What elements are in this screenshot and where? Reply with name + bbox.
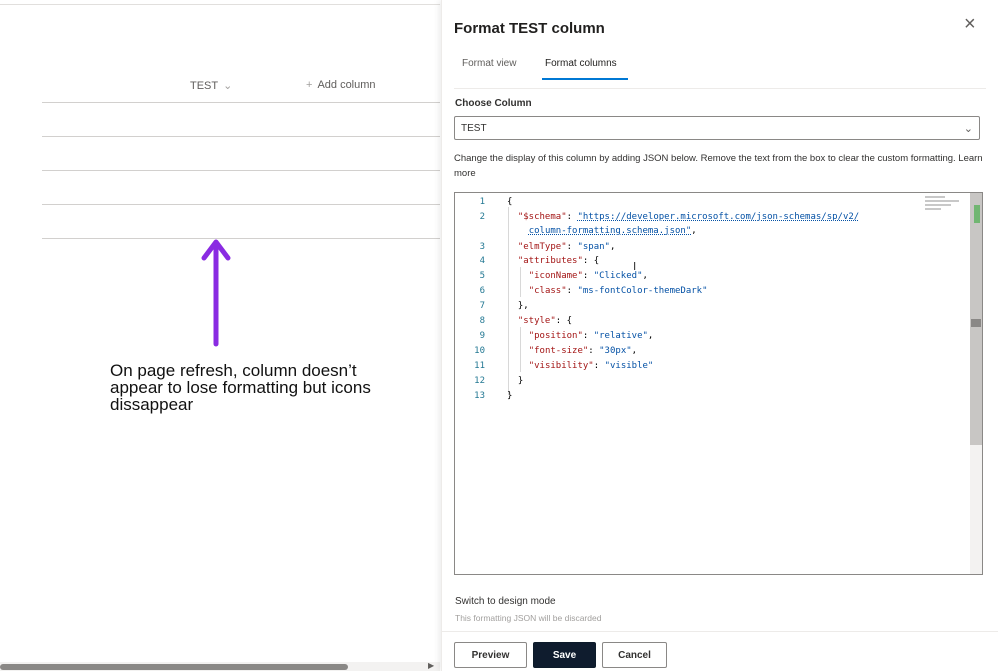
json-editor[interactable]: 1 2 3 4 5 6 7 8 9 10 11 12 13 { "$schema… — [454, 192, 983, 575]
line-number: 1 — [479, 197, 485, 207]
row-divider — [42, 238, 440, 239]
line-number: 13 — [474, 391, 485, 401]
code-line: column-formatting.schema.json", — [528, 226, 697, 236]
row-divider — [42, 170, 440, 171]
choose-column-dropdown[interactable]: TEST ⌄ — [454, 116, 980, 140]
column-header-test[interactable]: TEST ⌄ — [190, 79, 233, 93]
code-line: } — [517, 376, 524, 386]
line-number: 4 — [479, 256, 485, 266]
switch-to-design-mode-link[interactable]: Switch to design mode — [455, 596, 556, 607]
chevron-down-icon: ⌄ — [963, 122, 973, 135]
choose-column-label: Choose Column — [455, 98, 532, 109]
add-column-label: Add column — [317, 79, 376, 91]
line-number: 6 — [479, 286, 485, 296]
panel-title: Format TEST column — [454, 20, 605, 37]
code-line: { — [507, 197, 513, 207]
line-number: 8 — [479, 316, 485, 326]
cancel-button[interactable]: Cancel — [602, 642, 667, 668]
editor-minimap[interactable] — [925, 196, 963, 216]
add-column-button[interactable]: + Add column — [306, 79, 376, 91]
line-number: 5 — [479, 271, 485, 281]
format-column-panel: Format TEST column × Format view Format … — [441, 0, 998, 671]
horizontal-scroll-thumb[interactable] — [0, 664, 348, 670]
code-line: "font-size": "30px", — [528, 346, 638, 356]
list-view: TEST ⌄ + Add column On page refresh, col… — [0, 0, 440, 671]
line-number-gutter: 1 2 3 4 5 6 7 8 9 10 11 12 13 — [455, 193, 491, 574]
dropdown-value: TEST — [461, 122, 487, 134]
tab-divider — [454, 88, 986, 89]
code-line: } — [507, 391, 513, 401]
row-divider — [42, 204, 440, 205]
save-button[interactable]: Save — [533, 642, 596, 668]
top-divider — [0, 4, 440, 5]
code-line: "position": "relative", — [528, 331, 654, 341]
line-number: 3 — [479, 242, 485, 252]
switch-mode-note: This formatting JSON will be discarded — [455, 613, 602, 623]
close-icon[interactable]: × — [964, 14, 976, 34]
code-line: "iconName": "Clicked", — [528, 271, 648, 281]
tab-selected-indicator — [542, 78, 628, 80]
line-number: 7 — [479, 301, 485, 311]
code-line: "attributes": { — [517, 256, 600, 266]
code-line: }, — [517, 301, 529, 311]
plus-icon: + — [306, 79, 313, 91]
scrollbar-position-marker — [971, 319, 981, 327]
description-text: Change the display of this column by add… — [454, 151, 994, 181]
code-line: "elmType": "span", — [517, 242, 616, 252]
annotation-arrow — [201, 239, 231, 347]
chevron-down-icon: ⌄ — [223, 80, 233, 92]
preview-button[interactable]: Preview — [454, 642, 527, 668]
code-line: "style": { — [517, 316, 573, 326]
column-header-label: TEST — [190, 79, 219, 92]
description-body: Change the display of this column by add… — [454, 153, 956, 164]
scroll-right-icon[interactable]: ▶ — [428, 661, 434, 670]
text-cursor-icon: I — [633, 260, 637, 273]
annotation-text: On page refresh, column doesn’t appear t… — [110, 361, 371, 414]
code-line: "visibility": "visible" — [528, 361, 654, 371]
code-line: "class": "ms-fontColor-themeDark" — [528, 286, 708, 296]
line-number: 11 — [474, 361, 485, 371]
tab-format-columns[interactable]: Format columns — [545, 58, 617, 69]
line-number: 9 — [479, 331, 485, 341]
line-number: 12 — [474, 376, 485, 386]
code-line: "$schema": "https://developer.microsoft.… — [517, 212, 860, 222]
tab-format-view[interactable]: Format view — [462, 58, 516, 69]
line-number: 2 — [479, 212, 485, 222]
line-number: 10 — [474, 346, 485, 356]
row-divider — [42, 102, 440, 103]
scrollbar-change-marker — [974, 205, 980, 223]
footer-divider — [442, 631, 998, 632]
row-divider — [42, 136, 440, 137]
